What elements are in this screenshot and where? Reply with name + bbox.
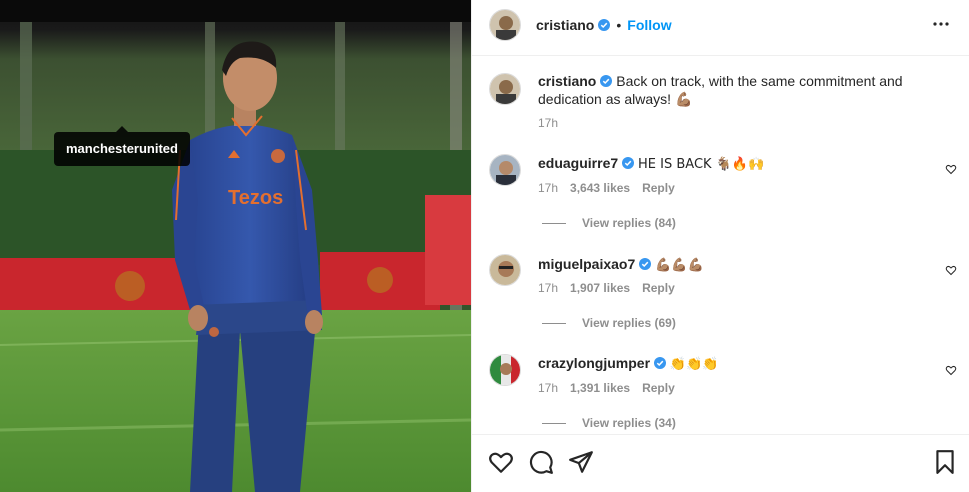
separator-dot: •	[616, 17, 622, 33]
post-header: cristiano • Follow	[472, 0, 969, 56]
comment-meta: 17h 1,391 likes Reply	[538, 381, 675, 395]
comment: miguelpaixao7 💪🏽💪🏽💪🏽	[538, 255, 704, 275]
comment-time: 17h	[538, 281, 559, 295]
view-replies-button[interactable]: View replies (34)	[542, 416, 676, 430]
comment: eduaguirre7 HE IS BACK 🐐🔥🙌	[538, 154, 764, 174]
author-username[interactable]: cristiano	[536, 17, 594, 33]
comment-likes[interactable]: 1,391 likes	[570, 381, 630, 395]
reply-button[interactable]: Reply	[642, 281, 675, 295]
sponsor-logo: Tezos	[228, 187, 283, 209]
caption: cristiano Back on track, with the same c…	[538, 72, 918, 108]
comment-likes[interactable]: 1,907 likes	[570, 281, 630, 295]
comment-avatar[interactable]	[489, 354, 521, 386]
user-tag[interactable]: manchesterunited	[54, 126, 190, 166]
comment: crazylongjumper 👏👏👏	[538, 354, 718, 374]
post-panel: cristiano • Follow cristiano Back on track…	[471, 0, 969, 492]
user-tag-label: manchesterunited	[66, 141, 178, 156]
caption-avatar[interactable]	[489, 73, 521, 105]
post-photo[interactable]: Tezos manchesterunited	[0, 0, 471, 492]
comment-username[interactable]: crazylongjumper	[538, 355, 650, 371]
heart-icon[interactable]	[945, 264, 957, 276]
caption-time: 17h	[538, 116, 559, 130]
verified-badge-icon	[598, 19, 611, 31]
comment-text: HE IS BACK 🐐🔥🙌	[638, 157, 765, 172]
verified-badge-icon	[622, 157, 635, 169]
comment-icon[interactable]	[528, 449, 554, 475]
share-icon[interactable]	[568, 449, 594, 475]
comment-meta: 17h 1,907 likes Reply	[538, 281, 675, 295]
reply-button[interactable]: Reply	[642, 181, 675, 195]
heart-icon[interactable]	[488, 449, 514, 475]
comment-text: 👏👏👏	[669, 357, 719, 372]
heart-icon[interactable]	[945, 364, 957, 376]
follow-button[interactable]: Follow	[627, 17, 671, 33]
bookmark-icon[interactable]	[932, 449, 958, 475]
reply-button[interactable]: Reply	[642, 381, 675, 395]
comment-time: 17h	[538, 381, 559, 395]
comment-meta: 17h 3,643 likes Reply	[538, 181, 675, 195]
comment-time: 17h	[538, 181, 559, 195]
verified-badge-icon	[639, 258, 652, 270]
comment-username[interactable]: miguelpaixao7	[538, 256, 635, 272]
heart-icon[interactable]	[945, 163, 957, 175]
more-options-icon[interactable]	[931, 14, 951, 34]
comment-username[interactable]: eduaguirre7	[538, 155, 618, 171]
verified-badge-icon	[600, 75, 613, 87]
training-photo: Tezos	[0, 0, 471, 492]
comment-text: 💪🏽💪🏽💪🏽	[655, 258, 704, 273]
verified-badge-icon	[654, 357, 667, 369]
comment-avatar[interactable]	[489, 254, 521, 286]
view-replies-button[interactable]: View replies (84)	[542, 216, 676, 230]
comment-likes[interactable]: 3,643 likes	[570, 181, 630, 195]
action-bar	[472, 434, 969, 492]
caption-username[interactable]: cristiano	[538, 73, 596, 89]
comment-avatar[interactable]	[489, 154, 521, 186]
author-avatar[interactable]	[489, 9, 521, 41]
view-replies-button[interactable]: View replies (69)	[542, 316, 676, 330]
